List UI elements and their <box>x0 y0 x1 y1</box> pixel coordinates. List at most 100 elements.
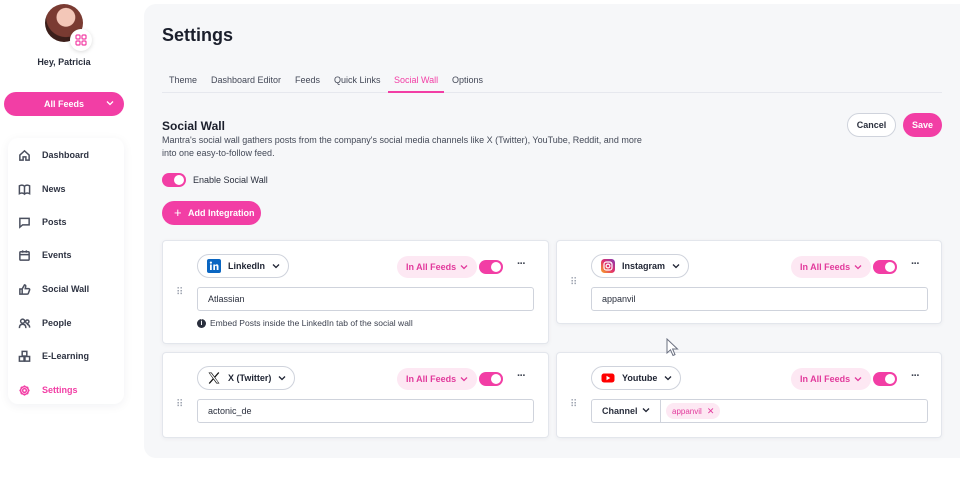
sidebar-item-label: E-Learning <box>42 351 90 361</box>
tab-social-wall[interactable]: Social Wall <box>388 75 445 93</box>
feeds-select[interactable]: In All Feeds <box>791 256 872 278</box>
tab-dashboard-editor[interactable]: Dashboard Editor <box>211 75 281 93</box>
integration-card-linkedin: ⠿ LinkedIn In All Feeds ··· Atlassian i … <box>162 240 549 344</box>
tab-quick-links[interactable]: Quick Links <box>334 75 381 93</box>
feeds-select-label: In All Feeds <box>406 374 457 384</box>
sidebar-item-e-learning[interactable]: E-Learning <box>18 347 89 365</box>
chat-icon <box>19 217 30 229</box>
chevron-down-icon <box>672 264 680 269</box>
drag-handle-icon[interactable]: ⠿ <box>570 277 577 288</box>
field-hint: i Embed Posts inside the LinkedIn tab of… <box>197 318 413 328</box>
sidebar-item-events[interactable]: Events <box>18 246 72 264</box>
more-options-icon[interactable]: ··· <box>517 258 526 270</box>
sidebar-item-dashboard[interactable]: Dashboard <box>18 146 89 164</box>
people-icon <box>18 317 31 328</box>
provider-select-instagram[interactable]: Instagram <box>591 254 690 278</box>
gear-icon <box>19 384 30 396</box>
account-input[interactable]: Atlassian <box>197 287 534 311</box>
feeds-select[interactable]: In All Feeds <box>791 368 872 390</box>
sidebar-item-news[interactable]: News <box>18 180 66 198</box>
chevron-down-icon <box>642 408 650 413</box>
book-icon <box>18 183 31 195</box>
more-options-icon[interactable]: ··· <box>911 258 920 270</box>
integration-toggle[interactable] <box>479 372 503 386</box>
provider-select-youtube[interactable]: Youtube <box>591 366 682 390</box>
plus-icon: + <box>174 205 182 220</box>
channel-chip: appanvil ✕ <box>666 403 721 419</box>
sidebar-item-posts[interactable]: Posts <box>18 213 67 231</box>
drag-handle-icon[interactable]: ⠿ <box>176 399 183 410</box>
channel-type-label: Channel <box>602 406 638 416</box>
drag-handle-icon[interactable]: ⠿ <box>176 287 183 298</box>
section-title: Social Wall <box>162 119 225 133</box>
cancel-button[interactable]: Cancel <box>847 113 896 137</box>
page-title: Settings <box>162 25 234 45</box>
integration-toggle[interactable] <box>479 260 503 274</box>
sidebar-item-people[interactable]: People <box>18 314 72 332</box>
account-input[interactable]: actonic_de <box>197 399 534 423</box>
sidebar-nav: Dashboard News Posts Events Social Wall … <box>8 138 124 404</box>
info-icon: i <box>197 318 206 328</box>
mouse-cursor-icon <box>666 338 679 357</box>
home-icon <box>19 149 30 161</box>
sidebar-item-settings[interactable]: Settings <box>18 381 78 399</box>
chevron-down-icon <box>278 376 286 381</box>
add-integration-button[interactable]: + Add Integration <box>162 201 261 225</box>
integration-card-instagram: ⠿ Instagram In All Feeds ··· appanvil <box>556 240 942 324</box>
integration-toggle[interactable] <box>873 260 897 274</box>
feeds-select[interactable]: In All Feeds <box>397 368 478 390</box>
section-description: Mantra's social wall gathers posts from … <box>162 135 642 158</box>
channel-input[interactable]: Channel appanvil ✕ <box>591 399 928 423</box>
thumbs-up-icon <box>19 283 31 295</box>
feeds-select-label: In All Feeds <box>406 262 457 272</box>
enable-social-wall-toggle[interactable] <box>162 173 186 187</box>
sidebar-item-label: News <box>42 184 66 194</box>
provider-label: Youtube <box>622 373 658 383</box>
integration-card-youtube: ⠿ Youtube In All Feeds ··· Channel appan… <box>556 352 942 438</box>
more-options-icon[interactable]: ··· <box>517 370 526 382</box>
provider-label: X (Twitter) <box>228 373 272 383</box>
more-options-icon[interactable]: ··· <box>911 370 920 382</box>
sidebar-item-label: Posts <box>42 217 67 227</box>
save-button[interactable]: Save <box>903 113 942 137</box>
feeds-select-label: In All Feeds <box>800 262 851 272</box>
chevron-down-icon <box>854 377 862 382</box>
linkedin-icon <box>207 259 221 273</box>
feeds-select-label: In All Feeds <box>800 374 851 384</box>
all-feeds-button[interactable]: All Feeds <box>4 92 124 116</box>
all-feeds-label: All Feeds <box>43 99 84 109</box>
provider-select-linkedin[interactable]: LinkedIn <box>197 254 290 278</box>
provider-label: Instagram <box>622 261 666 271</box>
channel-type-select[interactable]: Channel <box>592 400 661 422</box>
settings-panel: Settings Theme Dashboard Editor Feeds Qu… <box>144 4 960 458</box>
integration-card-twitter: ⠿ X (Twitter) In All Feeds ··· actonic_d… <box>162 352 549 438</box>
feeds-select[interactable]: In All Feeds <box>397 256 478 278</box>
chevron-down-icon <box>460 265 468 270</box>
settings-tabs: Theme Dashboard Editor Feeds Quick Links… <box>162 71 942 93</box>
sidebar: Hey, Patricia All Feeds Dashboard News P… <box>0 0 130 479</box>
sidebar-item-social-wall[interactable]: Social Wall <box>18 280 89 298</box>
calendar-icon <box>19 249 30 261</box>
tab-options[interactable]: Options <box>452 75 483 93</box>
tab-feeds[interactable]: Feeds <box>295 75 320 93</box>
sidebar-item-label: Dashboard <box>42 150 90 160</box>
sidebar-item-label: Events <box>42 250 72 260</box>
provider-select-twitter[interactable]: X (Twitter) <box>197 366 296 390</box>
integration-toggle[interactable] <box>873 372 897 386</box>
x-logo-icon <box>207 371 221 385</box>
apps-grid-icon[interactable] <box>70 29 92 51</box>
add-integration-label: Add Integration <box>188 208 255 218</box>
greeting: Hey, Patricia <box>37 57 91 67</box>
sidebar-item-label: Social Wall <box>42 284 90 294</box>
account-input[interactable]: appanvil <box>591 287 928 311</box>
chevron-down-icon <box>460 377 468 382</box>
provider-label: LinkedIn <box>228 261 266 271</box>
chevron-down-icon <box>106 101 114 106</box>
enable-social-wall-label: Enable Social Wall <box>193 175 268 185</box>
drag-handle-icon[interactable]: ⠿ <box>570 399 577 410</box>
sidebar-item-label: People <box>42 318 72 328</box>
tab-theme[interactable]: Theme <box>169 75 197 93</box>
youtube-icon <box>601 371 615 385</box>
chevron-down-icon <box>664 376 672 381</box>
remove-chip-icon[interactable]: ✕ <box>707 406 715 417</box>
